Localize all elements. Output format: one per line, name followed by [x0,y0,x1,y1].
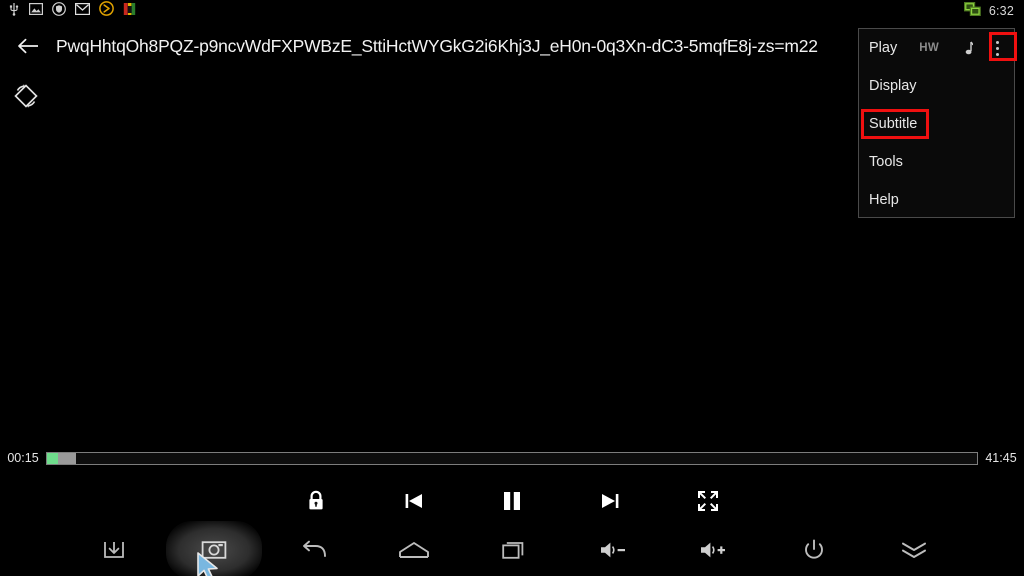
decoder-badge: HW [919,42,939,54]
transport-controls [0,478,1024,524]
nav-screenshot-button[interactable] [164,524,264,576]
nav-power-button[interactable] [764,524,864,576]
lock-button[interactable] [292,479,340,523]
current-time-label: 00:15 [7,451,39,465]
menu-item-display-label: Display [869,78,917,94]
more-vertical-icon[interactable] [984,35,1010,62]
nav-volume-up-button[interactable] [664,524,764,576]
recents-icon [501,539,527,561]
menu-item-subtitle[interactable]: Subtitle [859,105,1014,143]
menu-item-help-label: Help [869,192,899,208]
download-icon [101,539,127,561]
music-note-icon[interactable] [961,41,973,56]
app-notification-icon [123,2,136,21]
status-bar-system: 6:32 [963,1,1024,21]
menu-item-subtitle-label: Subtitle [869,116,918,132]
bottom-nav-bar [0,524,1024,576]
next-button[interactable] [586,479,634,523]
previous-button[interactable] [390,479,438,523]
menu-item-play-label: Play [869,40,898,56]
play-circle-icon [99,1,114,21]
screen-cast-icon [963,1,981,21]
seek-bar: 00:15 41:45 [0,446,1024,470]
status-bar: 6:32 [0,0,1024,22]
double-chevron-down-icon [899,539,929,561]
menu-item-play[interactable]: Play HW [859,29,1014,67]
back-arrow-icon [18,38,38,54]
status-bar-clock: 6:32 [988,4,1014,18]
expand-icon [698,491,718,511]
menu-item-tools-label: Tools [869,154,903,170]
android-player-screen: 6:32 PwqHhtqOh8PQZ-p9ncvWdFXPWBzE_SttiHc… [0,0,1024,576]
nav-volume-down-button[interactable] [564,524,664,576]
gmail-icon [75,2,91,20]
shield-icon [52,1,66,21]
power-icon [802,538,826,562]
nav-recents-button[interactable] [464,524,564,576]
screenshot-icon [200,538,228,562]
seek-played [47,452,58,464]
back-button[interactable] [8,26,48,66]
status-bar-notification-icons [0,1,136,21]
seek-track[interactable] [46,451,978,465]
menu-item-help[interactable]: Help [859,181,1014,219]
skip-previous-icon [405,494,422,508]
lock-icon [309,490,323,510]
screenshot-saved-icon [29,2,44,20]
pause-button[interactable] [488,479,536,523]
volume-down-icon [598,540,630,560]
video-title: PwqHhtqOh8PQZ-p9ncvWdFXPWBzE_SttiHctWYGk… [56,35,818,56]
screen-rotation-icon [14,84,38,108]
pause-icon [504,492,520,510]
screen-rotation-button[interactable] [8,78,44,114]
nav-download-button[interactable] [64,524,164,576]
fullscreen-button[interactable] [684,479,732,523]
volume-up-icon [698,540,730,560]
home-icon [398,540,430,560]
nav-back-button[interactable] [264,524,364,576]
skip-next-icon [602,494,619,508]
menu-item-tools[interactable]: Tools [859,143,1014,181]
back-arrow-icon [299,539,329,561]
menu-item-display[interactable]: Display [859,67,1014,105]
overflow-menu-panel: Play HW Display Subtitle Tools Help [858,28,1015,218]
usb-icon [8,2,20,21]
nav-home-button[interactable] [364,524,464,576]
nav-collapse-button[interactable] [864,524,964,576]
total-time-label: 41:45 [985,451,1017,465]
